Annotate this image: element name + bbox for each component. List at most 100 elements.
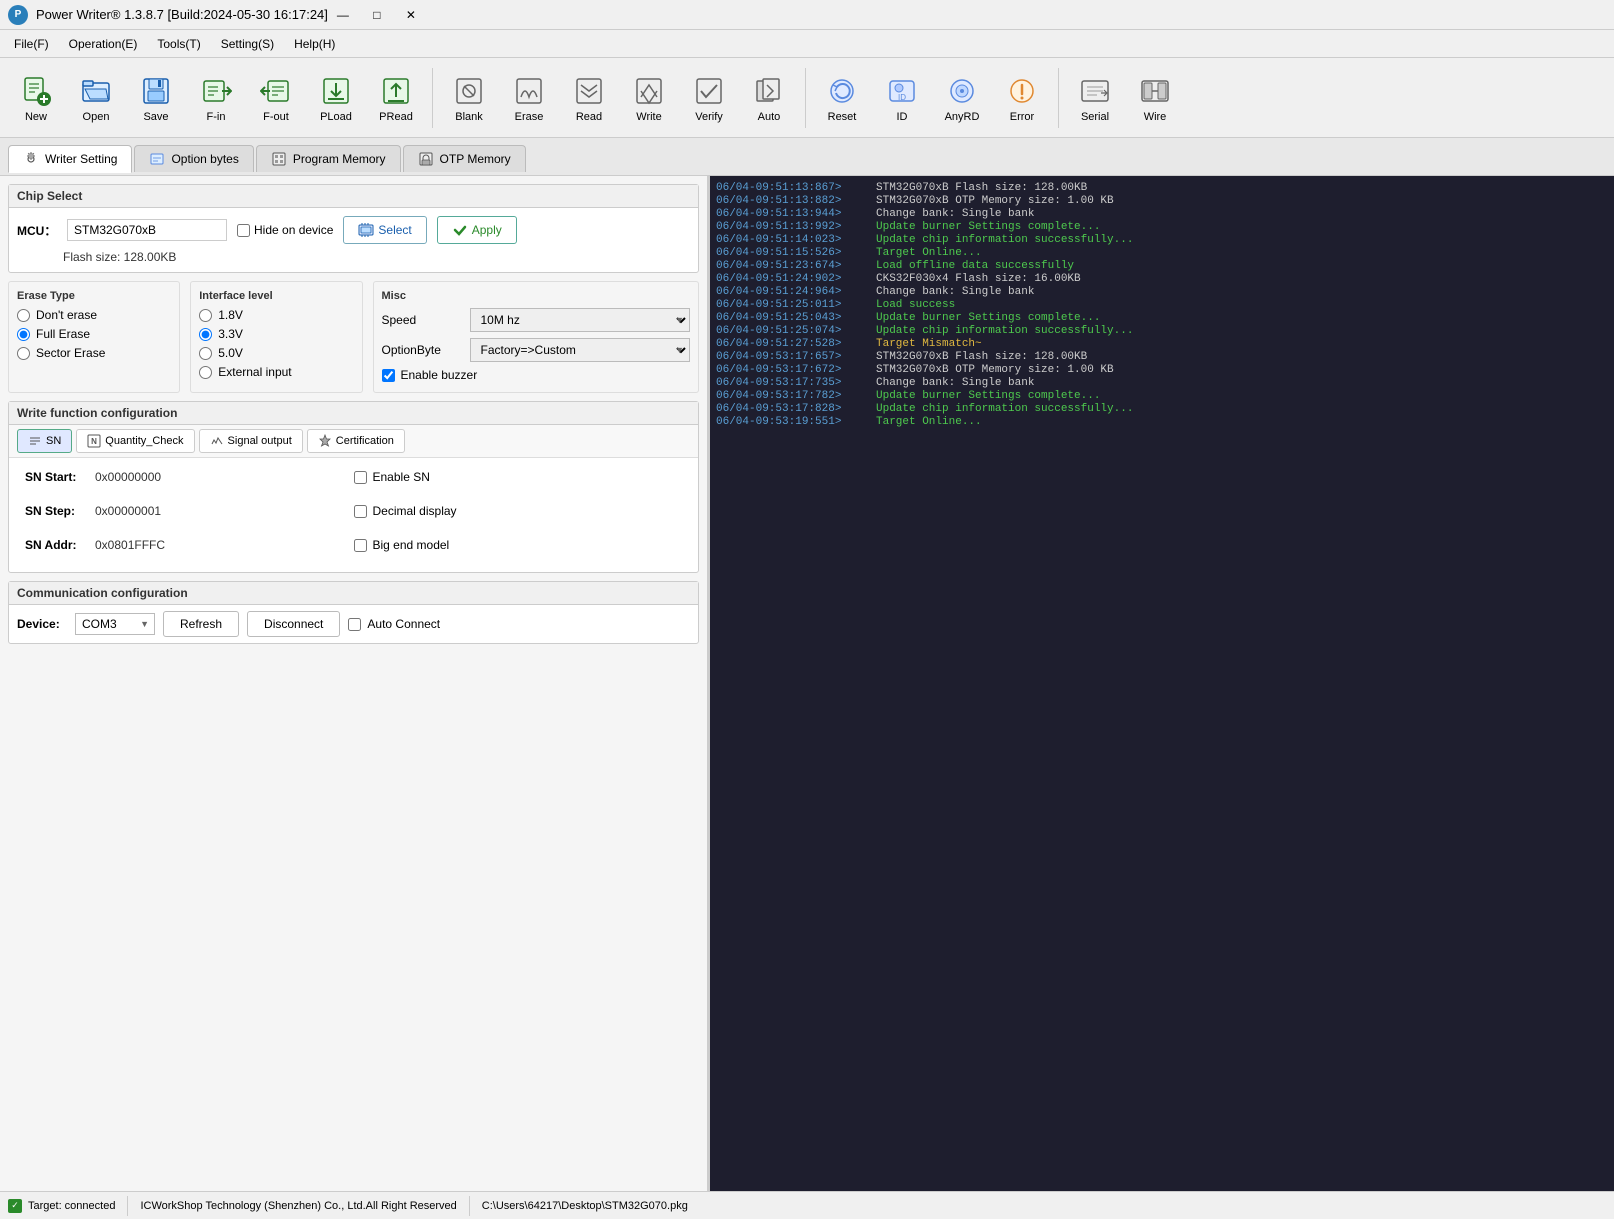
5v0-option: 5.0V — [199, 346, 353, 360]
enable-sn-row: Enable SN — [354, 470, 430, 484]
device-select[interactable]: COM3 COM1 COM2 COM4 — [75, 613, 155, 635]
config-row: Erase Type Don't erase Full Erase Sector… — [8, 281, 699, 393]
full-erase-radio[interactable] — [17, 328, 30, 341]
toolbar-pread-button[interactable]: PRead — [368, 64, 424, 132]
sector-erase-label: Sector Erase — [36, 346, 105, 360]
menu-operation[interactable]: Operation(E) — [59, 33, 148, 55]
enable-buzzer-checkbox[interactable] — [382, 369, 395, 382]
toolbar-new-button[interactable]: New — [8, 64, 64, 132]
toolbar-auto-button[interactable]: Auto — [741, 64, 797, 132]
menu-help[interactable]: Help(H) — [284, 33, 345, 55]
mcu-input[interactable] — [67, 219, 227, 241]
toolbar-blank-button[interactable]: Blank — [441, 64, 497, 132]
toolbar-write-button[interactable]: Write — [621, 64, 677, 132]
log-entry: 06/04-09:51:13:992> Update burner Settin… — [716, 221, 1608, 233]
tab-writer-setting-label: Writer Setting — [45, 152, 117, 166]
dont-erase-radio[interactable] — [17, 309, 30, 322]
wf-tab-cert[interactable]: Certification — [307, 429, 405, 453]
maximize-button[interactable]: □ — [362, 5, 392, 25]
decimal-display-checkbox[interactable] — [354, 505, 367, 518]
status-bar: ✓ Target: connected ICWorkShop Technolog… — [0, 1191, 1614, 1219]
log-message: Change bank: Single bank — [876, 377, 1034, 389]
toolbar-erase-button[interactable]: Erase — [501, 64, 557, 132]
toolbar-fout-button[interactable]: F-out — [248, 64, 304, 132]
write-function-title: Write function configuration — [9, 402, 698, 425]
toolbar-wire-button[interactable]: Wire — [1127, 64, 1183, 132]
enable-sn-checkbox[interactable] — [354, 471, 367, 484]
tab-option-bytes[interactable]: Option bytes — [134, 145, 253, 172]
close-button[interactable]: ✕ — [396, 5, 426, 25]
fout-label: F-out — [263, 111, 289, 123]
3v3-radio[interactable] — [199, 328, 212, 341]
log-timestamp: 06/04-09:53:17:735> — [716, 377, 876, 389]
pload-icon — [318, 73, 354, 109]
log-entry: 06/04-09:51:24:902> CKS32F030x4 Flash si… — [716, 273, 1608, 285]
log-entry: 06/04-09:53:17:672> STM32G070xB OTP Memo… — [716, 364, 1608, 376]
tab-program-memory[interactable]: Program Memory — [256, 145, 401, 172]
toolbar-serial-button[interactable]: Serial — [1067, 64, 1123, 132]
refresh-button[interactable]: Refresh — [163, 611, 239, 637]
speed-row: Speed 10M hz 1M hz 5M hz 20M hz — [382, 308, 691, 332]
toolbar-separator-1 — [432, 68, 433, 128]
minimize-button[interactable]: — — [328, 5, 358, 25]
log-timestamp: 06/04-09:51:13:882> — [716, 195, 876, 207]
wf-tab-signal[interactable]: Signal output — [199, 429, 303, 453]
log-entry: 06/04-09:51:27:528> Target Mismatch~ — [716, 338, 1608, 350]
select-button[interactable]: Select — [343, 216, 426, 244]
menu-setting[interactable]: Setting(S) — [211, 33, 284, 55]
log-message: Target Online... — [876, 247, 982, 259]
status-filepath: C:\Users\64217\Desktop\STM32G070.pkg — [482, 1200, 688, 1212]
status-company: ICWorkShop Technology (Shenzhen) Co., Lt… — [140, 1200, 456, 1212]
enable-buzzer-row: Enable buzzer — [382, 368, 691, 382]
wf-tab-quantity[interactable]: N Quantity_Check — [76, 429, 194, 453]
toolbar-open-button[interactable]: Open — [68, 64, 124, 132]
1v8-radio[interactable] — [199, 309, 212, 322]
toolbar-anyrd-button[interactable]: AnyRD — [934, 64, 990, 132]
toolbar-verify-button[interactable]: Verify — [681, 64, 737, 132]
speed-select[interactable]: 10M hz 1M hz 5M hz 20M hz — [470, 308, 691, 332]
title-bar: P Power Writer® 1.3.8.7 [Build:2024-05-3… — [0, 0, 1614, 30]
log-entry: 06/04-09:53:17:657> STM32G070xB Flash si… — [716, 351, 1608, 363]
tab-writer-setting[interactable]: Writer Setting — [8, 145, 132, 173]
device-label: Device: — [17, 617, 67, 631]
log-timestamp: 06/04-09:51:23:674> — [716, 260, 876, 272]
enable-buzzer-label: Enable buzzer — [401, 368, 478, 382]
app-icon: P — [8, 5, 28, 25]
disconnect-button[interactable]: Disconnect — [247, 611, 340, 637]
tab-otp-memory[interactable]: OTP Memory — [403, 145, 526, 172]
sector-erase-radio[interactable] — [17, 347, 30, 360]
auto-connect-checkbox[interactable] — [348, 618, 361, 631]
window-controls: — □ ✕ — [328, 5, 426, 25]
optionbyte-select-wrapper: Factory=>Custom Keep Factory — [470, 338, 691, 362]
auto-icon — [751, 73, 787, 109]
log-timestamp: 06/04-09:53:17:782> — [716, 390, 876, 402]
menu-file[interactable]: File(F) — [4, 33, 59, 55]
toolbar-read-button[interactable]: Read — [561, 64, 617, 132]
write-function-section: Write function configuration SN N — [8, 401, 699, 573]
hide-device-checkbox[interactable] — [237, 224, 250, 237]
optionbyte-select[interactable]: Factory=>Custom Keep Factory — [470, 338, 691, 362]
log-timestamp: 06/04-09:53:17:828> — [716, 403, 876, 415]
5v0-radio[interactable] — [199, 347, 212, 360]
wf-tab-sn[interactable]: SN — [17, 429, 72, 453]
ext-radio[interactable] — [199, 366, 212, 379]
select-chip-icon — [358, 222, 374, 238]
toolbar-pload-button[interactable]: PLoad — [308, 64, 364, 132]
wf-tab-signal-label: Signal output — [228, 435, 292, 447]
apply-button[interactable]: Apply — [437, 216, 517, 244]
toolbar-reset-button[interactable]: Reset — [814, 64, 870, 132]
sn-step-row: SN Step: 0x00000001 Decimal display — [25, 504, 682, 518]
toolbar-save-button[interactable]: Save — [128, 64, 184, 132]
toolbar-error-button[interactable]: Error — [994, 64, 1050, 132]
svg-text:N: N — [91, 437, 97, 446]
sn-addr-field: SN Addr: 0x0801FFFC — [25, 538, 354, 552]
new-icon — [18, 73, 54, 109]
id-icon: ID — [884, 73, 920, 109]
save-icon — [138, 73, 174, 109]
read-icon — [571, 73, 607, 109]
big-end-model-checkbox[interactable] — [354, 539, 367, 552]
toolbar-fin-button[interactable]: F-in — [188, 64, 244, 132]
toolbar-id-button[interactable]: ID ID — [874, 64, 930, 132]
menu-tools[interactable]: Tools(T) — [147, 33, 210, 55]
log-message: Update burner Settings complete... — [876, 312, 1100, 324]
